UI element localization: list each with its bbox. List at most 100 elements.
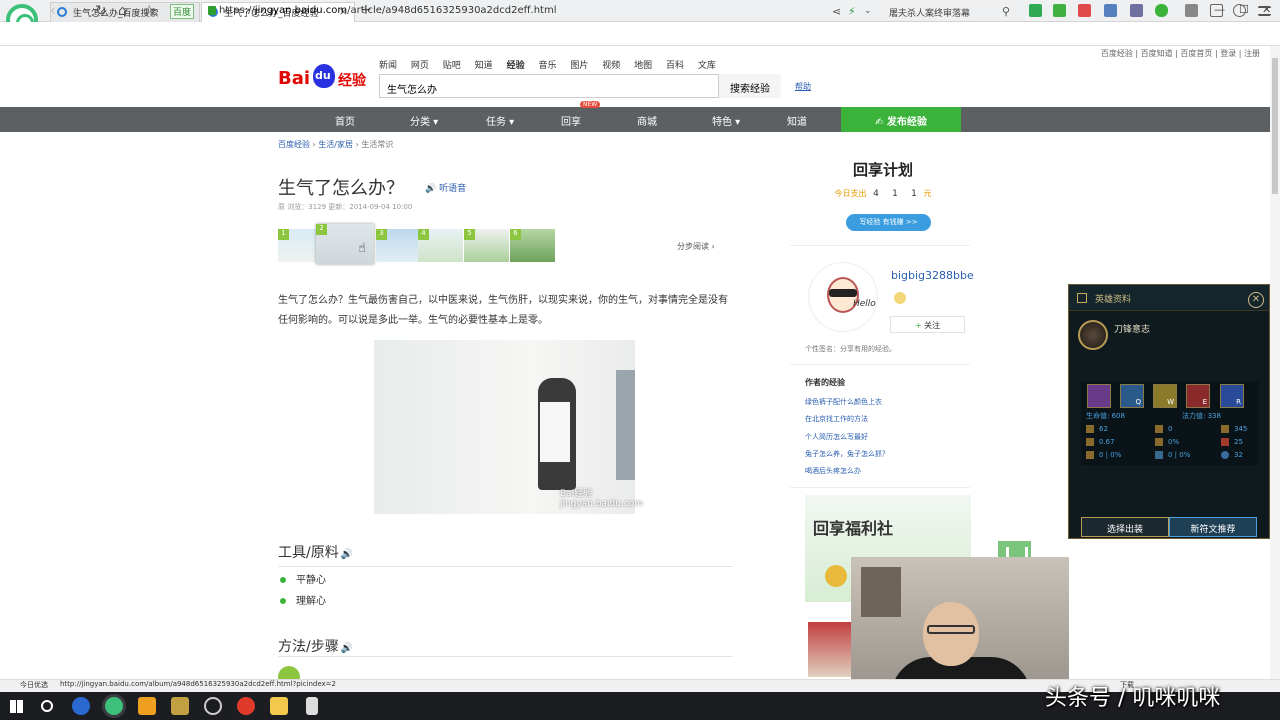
publish-experience-button[interactable]: ✍ 发布经验 [841, 107, 961, 132]
breadcrumb-item[interactable]: 生活常识 [361, 140, 393, 149]
step-read-link[interactable]: 分步阅读 › [677, 241, 715, 252]
rune-recommend-button[interactable]: 新符文推荐 [1169, 517, 1257, 537]
main-nav-home[interactable]: 首页 [335, 113, 355, 128]
stat-movespeed: 345 [1221, 425, 1247, 433]
breadcrumb-item[interactable]: 百度经验 [278, 140, 310, 149]
author-experience-link[interactable]: 兔子怎么养，兔子怎么抓？ [805, 449, 889, 459]
skill-passive-icon[interactable] [1087, 384, 1111, 408]
taskbar-hammer-icon[interactable] [306, 697, 318, 715]
mp-label: 法力值: 338 [1182, 412, 1221, 420]
plan-digit: 1 [911, 189, 917, 199]
home-icon[interactable]: ⌂ [118, 3, 127, 19]
taskbar-netease-icon[interactable] [237, 697, 255, 715]
bookmark-star-icon[interactable]: ☆ [143, 3, 156, 19]
jingyan-search-input[interactable]: 生气怎么办 [379, 74, 719, 98]
follow-button[interactable]: 关注 [890, 316, 965, 333]
nav-images[interactable]: 图片 [570, 61, 588, 71]
breadcrumb-item[interactable]: 生活/家居 [318, 140, 353, 149]
hero-panel-header: 英雄资料 [1069, 285, 1269, 311]
stat-ap: 0 [1155, 425, 1172, 433]
nav-wenku[interactable]: 文库 [698, 61, 716, 71]
browser-search-input[interactable]: 屠夫杀人案终审落幕 [880, 2, 1015, 21]
taskbar-ie-icon[interactable] [72, 697, 90, 715]
nav-map[interactable]: 地图 [634, 61, 652, 71]
extension-shield-icon[interactable] [1155, 4, 1168, 17]
taskbar-lol-icon[interactable] [171, 697, 189, 715]
author-experience-link[interactable]: 个人简历怎么写最好 [805, 432, 868, 442]
taskbar-game-icon[interactable] [138, 697, 156, 715]
skill-w-icon[interactable]: W [1153, 384, 1177, 408]
taskbar-steam-icon[interactable] [204, 697, 222, 715]
nav-music[interactable]: 音乐 [538, 61, 556, 71]
skill-q-icon[interactable]: Q [1120, 384, 1144, 408]
nav-baike[interactable]: 百科 [666, 61, 684, 71]
extension-search-icon[interactable] [1104, 4, 1117, 17]
listen-audio-button[interactable]: 🔊 听语音 [425, 181, 466, 194]
extension-scissors-icon[interactable] [1078, 4, 1091, 17]
nav-jingyan[interactable]: 经验 [507, 61, 525, 71]
step-thumbnail-5[interactable]: 5 [464, 229, 509, 262]
step-thumbnail-4[interactable]: 4 [418, 229, 463, 262]
plan-digit: 1 [892, 189, 898, 199]
speaker-icon[interactable]: 🔊 [341, 643, 353, 654]
skill-e-icon[interactable]: E [1186, 384, 1210, 408]
url-field[interactable]: https://jingyan.baidu.com/article/a948d6… [219, 5, 556, 16]
author-avatar[interactable]: Hello [808, 262, 878, 332]
nav-tieba[interactable]: 贴吧 [443, 61, 461, 71]
taskbar-360-browser-icon[interactable] [105, 697, 123, 715]
scrollbar-thumb[interactable] [1272, 58, 1278, 194]
extension-phone-icon[interactable] [1210, 4, 1223, 17]
site-verified-badge[interactable]: 百度 [170, 4, 195, 19]
share-icon[interactable]: ⋖ [832, 5, 841, 18]
champion-portrait[interactable] [1078, 320, 1108, 350]
main-nav-category[interactable]: 分类 ▾ [410, 113, 438, 128]
extension-book-icon[interactable] [1029, 4, 1042, 17]
logo-text: Bai [278, 68, 311, 89]
promo-banner-2[interactable] [808, 622, 853, 677]
taskbar-folder-icon[interactable] [270, 697, 288, 715]
main-nav-tasks[interactable]: 任务 ▾ [486, 113, 514, 128]
reload-icon[interactable]: ↻ [95, 3, 107, 19]
baidu-jingyan-logo[interactable]: Bai du 经验 [278, 62, 370, 94]
author-experience-link[interactable]: 在北京找工作的方法 [805, 414, 868, 424]
speaker-icon[interactable]: 🔊 [341, 549, 353, 560]
main-nav-huixiang[interactable]: 回享 [561, 113, 581, 128]
huixiang-plan: 回享计划 今日支出 4 1 1 元 [818, 159, 948, 199]
author-username[interactable]: bigbig3288bbe [891, 269, 974, 282]
skill-r-icon[interactable]: R [1220, 384, 1244, 408]
forward-icon[interactable]: › [72, 3, 78, 19]
nav-zhidao[interactable]: 知道 [475, 61, 493, 71]
top-links[interactable]: 百度经验 | 百度知道 | 百度首页 | 登录 | 注册 [1101, 48, 1260, 59]
undo-icon[interactable] [1233, 4, 1246, 17]
cortana-icon[interactable] [41, 700, 53, 712]
windows-start-icon[interactable] [10, 700, 23, 713]
main-nav-zhidao[interactable]: 知道 [787, 113, 807, 128]
author-signature: 个性签名：分享有用的经验。 [805, 345, 896, 353]
menu-icon[interactable] [1258, 6, 1271, 16]
search-icon[interactable]: ⚲ [1002, 5, 1010, 18]
search-jingyan-button[interactable]: 搜索经验 [719, 74, 781, 98]
nav-news[interactable]: 新闻 [379, 61, 397, 71]
nav-video[interactable]: 视频 [602, 61, 620, 71]
main-nav-special[interactable]: 特色 ▾ [712, 113, 740, 128]
author-experience-link[interactable]: 绿色裤子配什么颜色上衣 [805, 397, 882, 407]
step-thumbnail-3[interactable]: 3 [376, 229, 421, 262]
article-main-image[interactable]: Bai经验 jingyan.baidu.com [374, 340, 643, 514]
status-today-pick[interactable]: 今日优选 [20, 680, 48, 690]
extension-monitor-icon[interactable] [1130, 4, 1143, 17]
nav-web[interactable]: 网页 [411, 61, 429, 71]
author-experience-link[interactable]: 喝酒后头疼怎么办 [805, 466, 861, 476]
extension-grid-icon[interactable] [1185, 4, 1198, 17]
back-icon[interactable]: ‹ [50, 3, 56, 19]
write-experience-button[interactable]: 写经验 有钱赚 >> [846, 214, 931, 231]
extension-add-icon[interactable] [1053, 4, 1066, 17]
close-icon[interactable]: ✕ [1248, 292, 1264, 308]
help-link[interactable]: 帮助 [795, 81, 811, 92]
hero-info-panel: 英雄资料 ✕ 刀锋意志 Q W E R 生命值: 608 法力值: 338 62… [1068, 284, 1270, 539]
thumb-number: 6 [510, 229, 521, 240]
main-nav-mall[interactable]: 商城 [637, 113, 657, 128]
chevron-down-icon[interactable]: ⌄ [864, 6, 872, 16]
step-thumbnail-6[interactable]: 6 [510, 229, 555, 262]
select-build-button[interactable]: 选择出装 [1081, 517, 1169, 537]
lightning-icon[interactable]: ⚡ [848, 5, 856, 18]
